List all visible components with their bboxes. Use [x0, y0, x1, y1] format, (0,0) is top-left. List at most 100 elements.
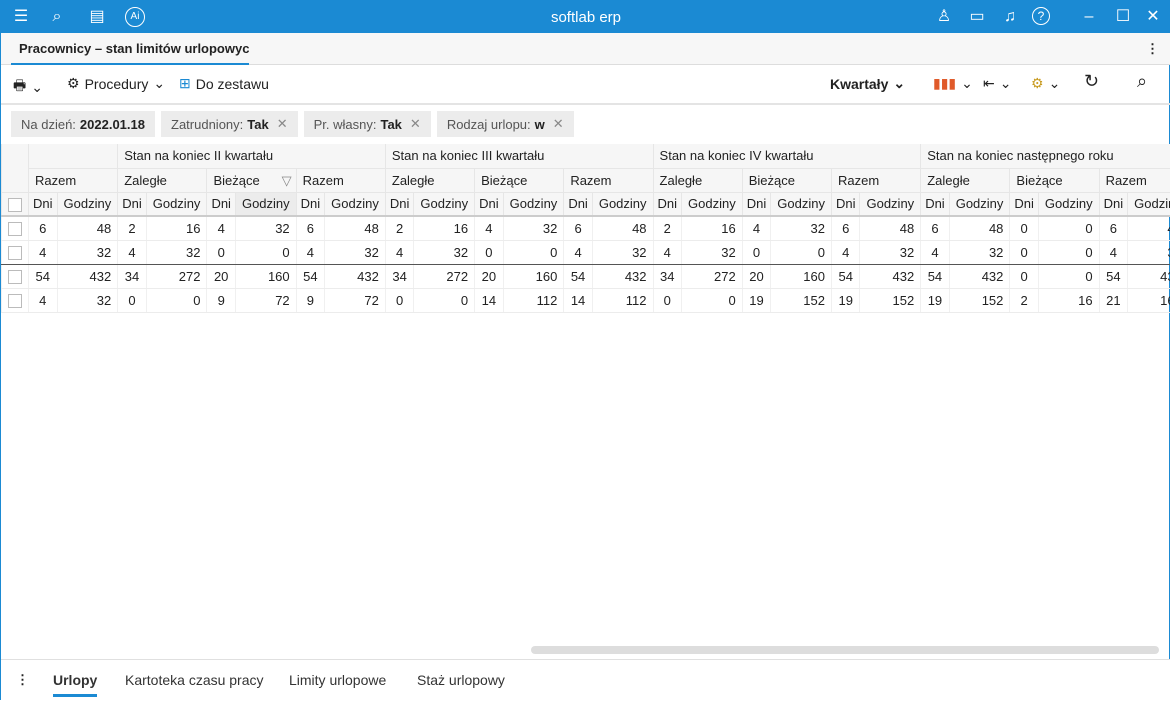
godziny-header[interactable]: Godziny	[503, 192, 564, 216]
dni-header[interactable]: Dni	[921, 192, 950, 216]
dni-header[interactable]: Dni	[653, 192, 682, 216]
subgroup-header[interactable]: Bieżące	[742, 168, 831, 192]
remove-filter-icon[interactable]: ✕	[553, 116, 564, 132]
header-spacer	[2, 144, 29, 192]
godziny-cell: 432	[57, 264, 118, 288]
chevron-down-icon: ⌄	[1049, 75, 1061, 92]
dni-header[interactable]: Dni	[475, 192, 504, 216]
more-icon[interactable]: ⋮	[1146, 41, 1159, 57]
subgroup-header[interactable]: Razem	[1099, 168, 1170, 192]
subgroup-header[interactable]: Bieżące	[1010, 168, 1099, 192]
godziny-header[interactable]: Godziny	[57, 192, 118, 216]
dni-cell: 4	[29, 288, 58, 312]
chevron-down-icon: ⌄	[153, 75, 165, 92]
dni-header[interactable]: Dni	[1010, 192, 1039, 216]
filter-value: w	[535, 117, 545, 132]
dni-header[interactable]: Dni	[742, 192, 771, 216]
dni-header[interactable]: Dni	[29, 192, 58, 216]
print-button[interactable]: 🖶⌄	[13, 75, 43, 99]
subgroup-header[interactable]: Razem	[564, 168, 653, 192]
minimize-icon[interactable]: –	[1079, 7, 1099, 27]
row-checkbox[interactable]	[2, 264, 29, 288]
dni-header[interactable]: Dni	[564, 192, 593, 216]
subgroup-header[interactable]: Razem	[296, 168, 385, 192]
subgroup-label: Zaległe	[392, 173, 435, 188]
title-bar: ☰ ⌕ ▤ Ai softlab erp ♙ ▭ ♫ ? – ☐ ✕	[1, 1, 1170, 33]
search-filter-icon[interactable]: ⌕	[1137, 71, 1147, 92]
settings-button[interactable]: ⚙⌄	[1031, 75, 1060, 92]
godziny-header[interactable]: Godziny	[949, 192, 1010, 216]
godziny-header[interactable]: Godziny	[1128, 192, 1170, 216]
table-row[interactable]: 64821643264821643264821643264864800648	[2, 216, 1170, 240]
godziny-header[interactable]: Godziny	[146, 192, 207, 216]
filter-value: Tak	[380, 117, 401, 132]
row-checkbox[interactable]	[2, 216, 29, 240]
godziny-header[interactable]: Godziny	[235, 192, 296, 216]
godziny-cell: 48	[949, 216, 1010, 240]
dni-header[interactable]: Dni	[1099, 192, 1128, 216]
dni-header[interactable]: Dni	[207, 192, 236, 216]
refresh-icon[interactable]: ↻	[1084, 71, 1099, 92]
procedury-button[interactable]: ⚙Procedury⌄	[67, 75, 165, 92]
kwartaly-dropdown[interactable]: Kwartały⌄	[830, 75, 905, 92]
dni-header[interactable]: Dni	[385, 192, 414, 216]
godziny-header[interactable]: Godziny	[592, 192, 653, 216]
row-checkbox[interactable]	[2, 240, 29, 264]
dni-header[interactable]: Dni	[118, 192, 147, 216]
row-checkbox[interactable]	[2, 288, 29, 312]
filter-icon[interactable]: ▽	[282, 173, 292, 189]
dni-header[interactable]: Dni	[831, 192, 860, 216]
table-row[interactable]: 5443234272201605443234272201605443234272…	[2, 264, 1170, 288]
dni-cell: 19	[921, 288, 950, 312]
select-all-checkbox[interactable]	[2, 192, 29, 216]
tab-staz[interactable]: Staż urlopowy	[417, 672, 505, 688]
subgroup-label: Razem	[35, 173, 76, 188]
godziny-header[interactable]: Godziny	[771, 192, 832, 216]
tab-limity[interactable]: Limity urlopowe	[289, 672, 386, 688]
godziny-header[interactable]: Godziny	[682, 192, 743, 216]
godziny-cell: 168	[1128, 288, 1170, 312]
subgroup-header[interactable]: Zaległe	[653, 168, 742, 192]
add-to-set-icon: ⊞	[179, 75, 191, 92]
tab-urlopy[interactable]: Urlopy	[53, 672, 97, 697]
subgroup-header[interactable]: Zaległe	[118, 168, 207, 192]
table-row[interactable]: 43243200432432004324320043243200432	[2, 240, 1170, 264]
filter-chip[interactable]: Rodzaj urlopu: w ✕	[437, 111, 574, 137]
do-zestawu-button[interactable]: ⊞Do zestawu	[179, 75, 269, 92]
bell-icon[interactable]: ♫	[1000, 7, 1020, 27]
subgroup-header[interactable]: Bieżące	[475, 168, 564, 192]
dni-cell: 4	[207, 216, 236, 240]
chart-button[interactable]: ▮▮▮⌄	[933, 75, 973, 92]
godziny-cell: 32	[1128, 240, 1170, 264]
godziny-header[interactable]: Godziny	[1038, 192, 1099, 216]
subgroup-header[interactable]: Zaległe	[385, 168, 474, 192]
table-row[interactable]: 4320097297200141121411200191521915219152…	[2, 288, 1170, 312]
subgroup-header[interactable]: Razem	[831, 168, 920, 192]
subgroup-header[interactable]: Zaległe	[921, 168, 1010, 192]
godziny-cell: 72	[325, 288, 386, 312]
more-icon[interactable]: ⋮	[16, 672, 29, 688]
horizontal-scrollbar[interactable]	[531, 646, 1159, 654]
godziny-header[interactable]: Godziny	[325, 192, 386, 216]
tab-pracownicy[interactable]: Pracownicy – stan limitów urlopowych	[11, 33, 249, 65]
export-button[interactable]: ⇤⌄	[983, 75, 1011, 92]
remove-filter-icon[interactable]: ✕	[410, 116, 421, 132]
remove-filter-icon[interactable]: ✕	[277, 116, 288, 132]
dni-header[interactable]: Dni	[296, 192, 325, 216]
filter-label: Rodzaj urlopu:	[447, 117, 531, 132]
help-icon[interactable]: ?	[1032, 7, 1050, 25]
filter-chip[interactable]: Na dzień:2022.01.18	[11, 111, 155, 137]
godziny-header[interactable]: Godziny	[860, 192, 921, 216]
dni-cell: 9	[207, 288, 236, 312]
user-icon[interactable]: ♙	[934, 7, 954, 27]
tab-kartoteka[interactable]: Kartoteka czasu pracy	[125, 672, 264, 688]
close-icon[interactable]: ✕	[1143, 7, 1163, 27]
filter-chip[interactable]: Zatrudniony:Tak✕	[161, 111, 298, 137]
subgroup-header[interactable]: Razem	[29, 168, 118, 192]
dni-cell: 4	[742, 216, 771, 240]
subgroup-header[interactable]: Bieżące▽	[207, 168, 296, 192]
godziny-header[interactable]: Godziny	[414, 192, 475, 216]
maximize-icon[interactable]: ☐	[1113, 7, 1133, 27]
chat-icon[interactable]: ▭	[967, 7, 987, 27]
filter-chip[interactable]: Pr. własny:Tak✕	[304, 111, 431, 137]
